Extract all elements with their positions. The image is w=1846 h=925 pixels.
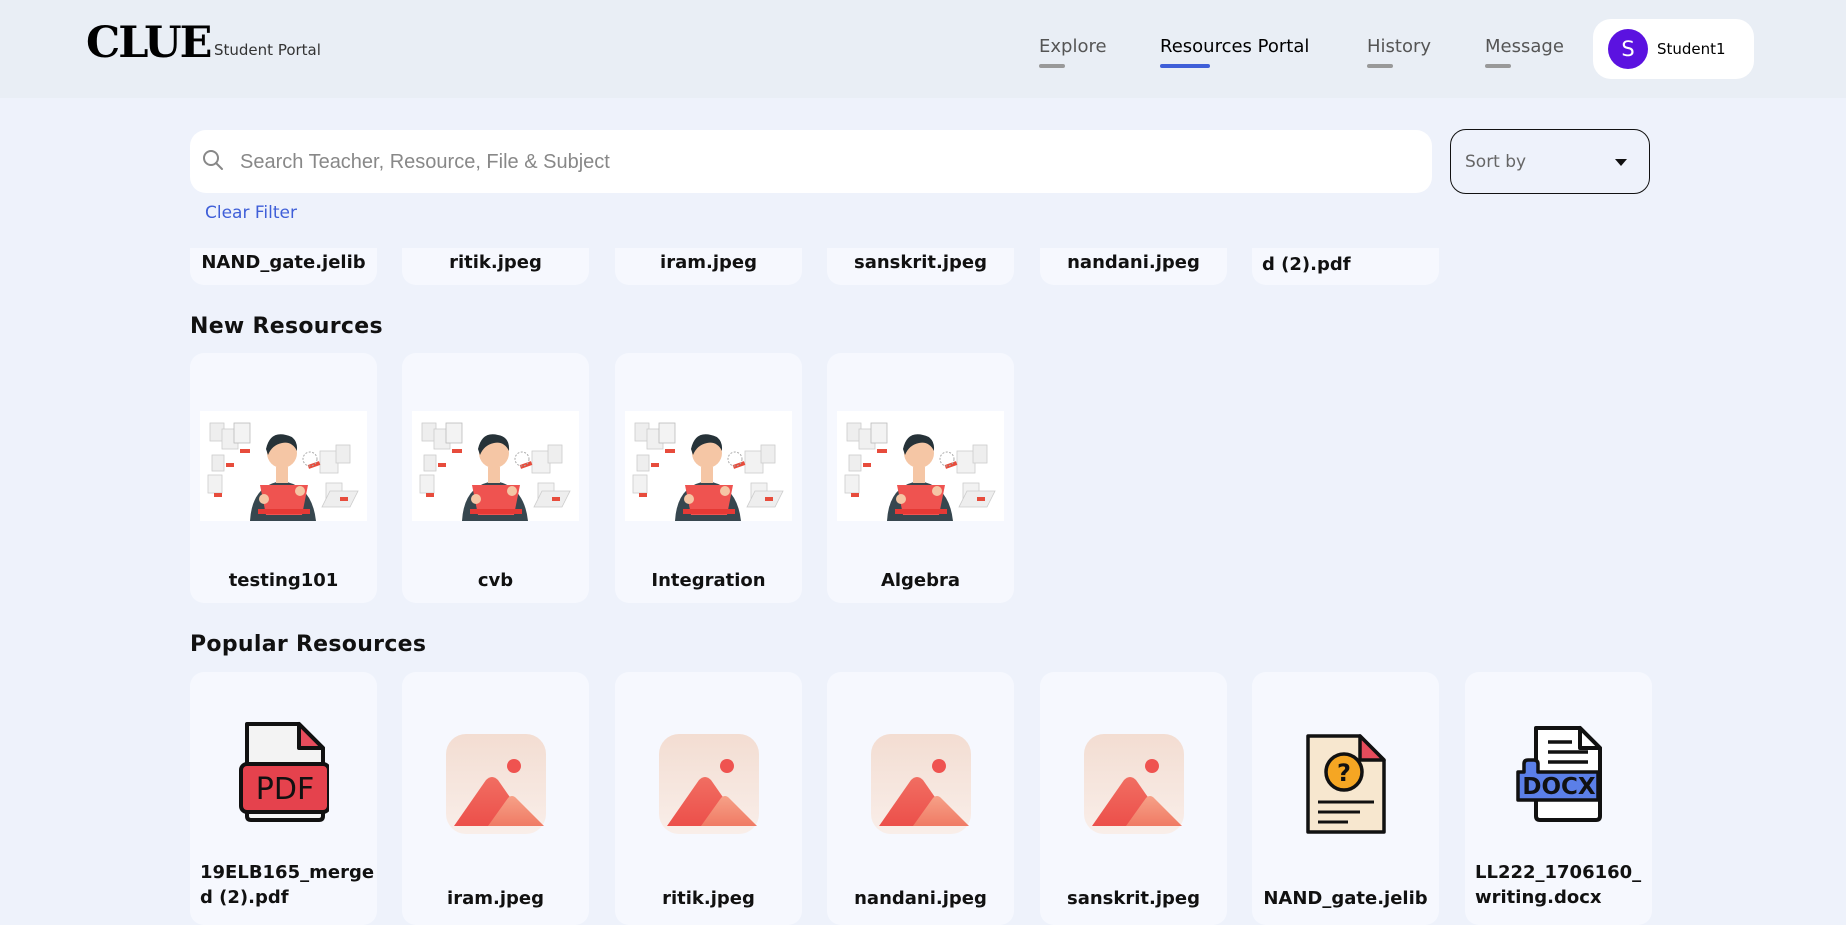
docx-file-icon: DOCX — [1515, 726, 1602, 822]
card-label: ritik.jpeg — [449, 252, 542, 273]
card-label: testing101 — [228, 570, 339, 591]
top-row-card[interactable]: ritik.jpeg — [402, 248, 589, 285]
app-logo[interactable]: CLUE — [86, 22, 212, 65]
card-label: sanskrit.jpeg — [854, 252, 987, 273]
sort-label: Sort by — [1465, 152, 1527, 172]
card-label: Algebra — [880, 570, 961, 591]
new-resources-heading: New Resources — [190, 314, 383, 339]
nav-explore-label: Explore — [1039, 36, 1107, 57]
card-label: cvb — [477, 570, 514, 591]
image-file-icon — [1084, 734, 1184, 834]
unknown-file-icon: ? — [1305, 734, 1386, 834]
card-label: ritik.jpeg — [662, 888, 755, 909]
nav-message-underline — [1485, 64, 1511, 68]
popular-resource-card[interactable]: ritik.jpeg — [615, 672, 802, 925]
search-input[interactable] — [240, 140, 1410, 184]
resource-card[interactable]: Algebra — [827, 353, 1014, 603]
nav-message-label: Message — [1485, 36, 1564, 57]
card-label: nandani.jpeg — [1067, 252, 1200, 273]
card-label: Integration — [651, 570, 766, 591]
popular-resource-card[interactable]: PDF 19ELB165_merged (2).pdf — [190, 672, 377, 925]
popular-resource-card[interactable]: iram.jpeg — [402, 672, 589, 925]
nav-resources-portal-underline — [1160, 64, 1210, 68]
top-row-card[interactable]: sanskrit.jpeg — [827, 248, 1014, 285]
card-label: sanskrit.jpeg — [1067, 888, 1200, 909]
image-file-icon — [659, 734, 759, 834]
resource-card[interactable]: cvb — [402, 353, 589, 603]
nav-history-label: History — [1367, 36, 1432, 57]
card-label: NAND_gate.jelib — [1263, 888, 1428, 909]
image-file-icon — [871, 734, 971, 834]
sort-dropdown[interactable]: Sort by — [1450, 129, 1650, 194]
nav-history-underline — [1367, 64, 1393, 68]
card-label: iram.jpeg — [447, 888, 544, 909]
resource-thumbnail — [412, 411, 579, 521]
profile-name: Student1 — [1657, 40, 1726, 58]
card-label: d (2).pdf — [1262, 254, 1351, 275]
search-icon — [203, 150, 223, 170]
card-label: NAND_gate.jelib — [201, 252, 366, 273]
top-row-card[interactable]: NAND_gate.jelib — [190, 248, 377, 285]
card-label: 19ELB165_merged (2).pdf — [200, 862, 375, 908]
nav-resources-portal-label: Resources Portal — [1160, 36, 1310, 57]
popular-resource-card[interactable]: ? NAND_gate.jelib — [1252, 672, 1439, 925]
resource-thumbnail — [837, 411, 1004, 521]
card-label: iram.jpeg — [660, 252, 757, 273]
profile-button[interactable]: S Student1 — [1593, 19, 1754, 79]
portal-subtitle: Student Portal — [214, 41, 321, 59]
popular-resource-card[interactable]: nandani.jpeg — [827, 672, 1014, 925]
popular-resource-card[interactable]: DOCX LL222_1706160_writing.docx — [1465, 672, 1652, 925]
nav-history[interactable]: History — [1367, 36, 1432, 68]
card-label: LL222_1706160_writing.docx — [1475, 862, 1642, 908]
pdf-file-icon: PDF — [238, 722, 329, 822]
avatar: S — [1608, 29, 1648, 69]
nav-explore-underline — [1039, 64, 1065, 68]
popular-resource-card[interactable]: sanskrit.jpeg — [1040, 672, 1227, 925]
clear-filter-link[interactable]: Clear Filter — [205, 203, 297, 223]
resource-thumbnail — [200, 411, 367, 521]
resource-card[interactable]: testing101 — [190, 353, 377, 603]
card-label: nandani.jpeg — [854, 888, 987, 909]
top-row-card[interactable]: d (2).pdf — [1252, 248, 1439, 285]
image-file-icon — [446, 734, 546, 834]
top-header: CLUE Student Portal Explore Resources Po… — [0, 0, 1846, 98]
svg-text:?: ? — [1337, 759, 1351, 787]
svg-text:DOCX: DOCX — [1522, 774, 1596, 800]
nav-message[interactable]: Message — [1485, 36, 1564, 68]
nav-explore[interactable]: Explore — [1039, 36, 1107, 68]
chevron-down-icon — [1615, 159, 1627, 166]
popular-resources-heading: Popular Resources — [190, 632, 427, 657]
svg-text:PDF: PDF — [255, 772, 313, 807]
nav-resources-portal[interactable]: Resources Portal — [1160, 36, 1310, 68]
resource-card[interactable]: Integration — [615, 353, 802, 603]
top-row-card[interactable]: iram.jpeg — [615, 248, 802, 285]
search-bar — [190, 130, 1432, 193]
resource-thumbnail — [625, 411, 792, 521]
top-row-card[interactable]: nandani.jpeg — [1040, 248, 1227, 285]
